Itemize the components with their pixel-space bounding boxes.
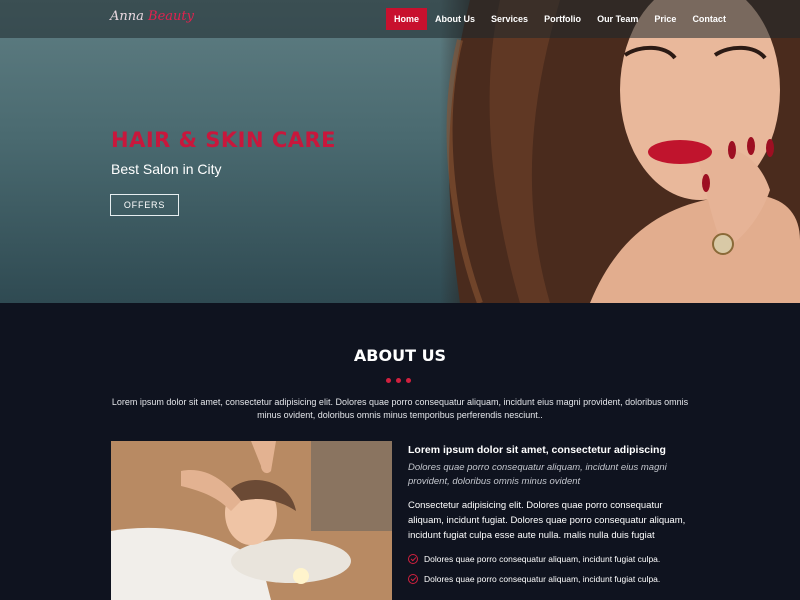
top-navbar: Anna Beauty Home About Us Services Portf… [0, 0, 800, 38]
check-circle-icon [408, 574, 418, 584]
hero-title: HAIR & SKIN CARE [111, 128, 337, 152]
about-italic-text: Dolores quae porro consequatur aliquam, … [408, 462, 667, 487]
nav-item-portfolio[interactable]: Portfolio [536, 8, 589, 30]
nav-item-services[interactable]: Services [483, 8, 536, 30]
hero-section: Anna Beauty Home About Us Services Portf… [0, 0, 800, 303]
logo-word: Beauty [148, 9, 194, 24]
offers-button[interactable]: OFFERS [110, 194, 179, 216]
nav-item-about-us[interactable]: About Us [427, 8, 483, 30]
checklist-text: Dolores quae porro consequatur aliquam, … [424, 574, 661, 584]
about-paragraph: Consectetur adipisicing elit. Dolores qu… [408, 500, 686, 541]
logo-script: Anna [110, 9, 144, 24]
about-content: Lorem ipsum dolor sit amet, consectetur … [408, 444, 693, 594]
nav-item-home[interactable]: Home [386, 8, 428, 30]
check-circle-icon [408, 554, 418, 564]
section-divider-dots [386, 378, 411, 383]
checklist-item: Dolores quae porro consequatur aliquam, … [408, 574, 693, 584]
divider-dot [386, 378, 391, 383]
nav-item-contact[interactable]: Contact [684, 8, 734, 30]
checklist-item: Dolores quae porro consequatur aliquam, … [408, 554, 693, 564]
nav-menu: Home About Us Services Portfolio Our Tea… [386, 8, 734, 30]
nav-item-price[interactable]: Price [646, 8, 684, 30]
nav-item-our-team[interactable]: Our Team [589, 8, 646, 30]
divider-dot [406, 378, 411, 383]
about-heading: Lorem ipsum dolor sit amet, consectetur … [408, 444, 666, 456]
about-title: ABOUT US [353, 346, 447, 365]
checklist-text: Dolores quae porro consequatur aliquam, … [424, 554, 661, 564]
about-description: Lorem ipsum dolor sit amet, consectetur … [111, 397, 689, 420]
divider-dot [396, 378, 401, 383]
brand-logo[interactable]: Anna Beauty [110, 9, 194, 24]
hero-subtitle: Best Salon in City [111, 161, 222, 177]
hero-model-photo [440, 0, 800, 303]
spa-treatment-photo [111, 441, 392, 600]
